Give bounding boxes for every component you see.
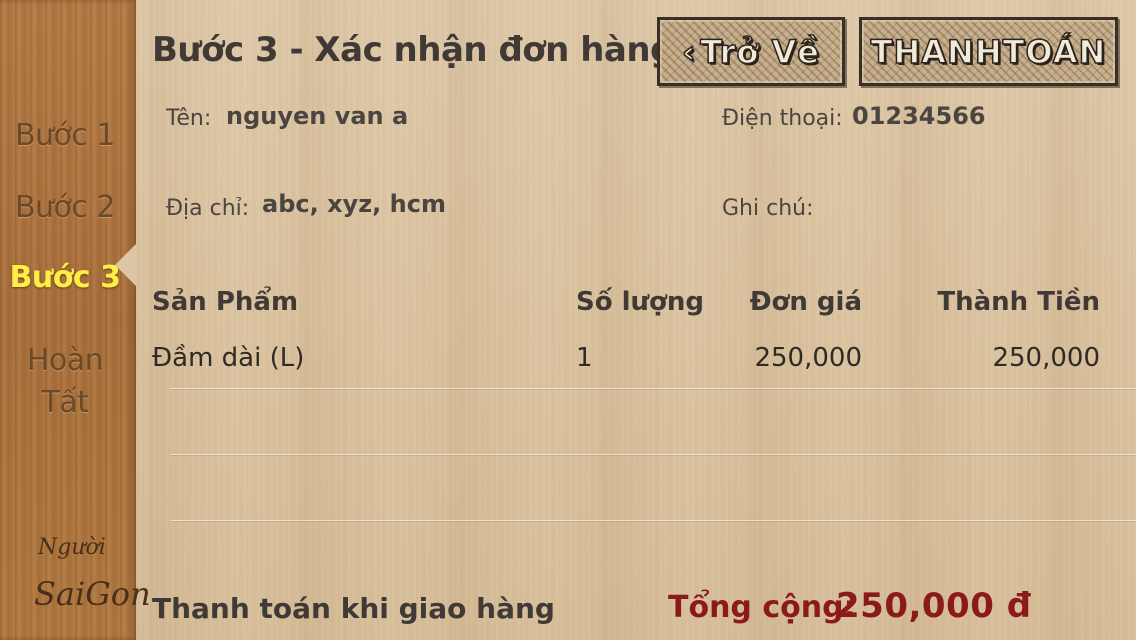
sidebar-step-complete: Hoàn Tất: [0, 336, 130, 428]
col-header-quantity: Số lượng: [576, 287, 705, 317]
col-header-product: Sản Phẩm: [152, 287, 299, 317]
payment-method: Thanh toán khi giao hàng: [152, 592, 555, 625]
logo-line1: Người: [38, 535, 106, 560]
col-header-line-total: Thành Tiền: [937, 287, 1100, 317]
row-divider: [170, 388, 1136, 389]
total-value: 250,000 đ: [836, 586, 1032, 626]
sidebar-step-1[interactable]: Bước 1: [0, 118, 130, 153]
back-button[interactable]: ‹ Trở Về: [657, 17, 845, 86]
name-label: Tên:: [166, 106, 212, 131]
phone-value: 01234566: [852, 102, 986, 130]
checkout-button-label: THANHTOÁN: [870, 32, 1107, 72]
chevron-left-icon: ‹: [681, 32, 697, 72]
phone-label: Điện thoại:: [722, 106, 843, 131]
row-divider: [170, 454, 1136, 455]
col-header-unit-price: Đơn giá: [749, 287, 862, 317]
address-value: abc, xyz, hcm: [262, 190, 446, 218]
row-line-total: 250,000: [992, 343, 1100, 373]
address-label: Địa chỉ:: [166, 196, 250, 221]
back-button-label: Trở Về: [700, 32, 820, 72]
note-label: Ghi chú:: [722, 196, 814, 221]
brand-logo: Người SaiGon: [10, 535, 151, 630]
page-title: Bước 3 - Xác nhận đơn hàng: [152, 30, 674, 70]
row-quantity: 1: [576, 343, 593, 373]
logo-line2: SaiGon: [34, 575, 151, 613]
row-product: Đầm dài (L): [152, 343, 305, 373]
row-unit-price: 250,000: [754, 343, 862, 373]
row-divider: [170, 520, 1136, 521]
checkout-button[interactable]: THANHTOÁN: [859, 17, 1118, 86]
step-complete-line2: Tất: [41, 385, 89, 420]
total-label: Tổng cộng:: [668, 590, 856, 625]
name-value: nguyen van a: [226, 102, 409, 130]
sidebar-step-3-active[interactable]: Bước 3: [0, 260, 130, 295]
step-sidebar: Bước 1 Bước 2 Bước 3 Hoàn Tất Người SaiG…: [0, 0, 151, 640]
sidebar-step-2[interactable]: Bước 2: [0, 190, 130, 225]
